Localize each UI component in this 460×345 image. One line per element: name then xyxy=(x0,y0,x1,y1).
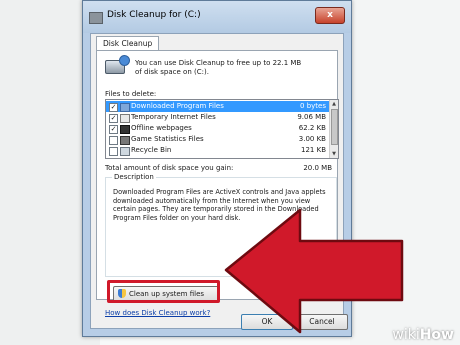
red-arrow-annotation xyxy=(224,208,404,334)
wikihow-watermark: wikiHow xyxy=(392,327,454,343)
watermark-post: How xyxy=(419,327,454,343)
arrow-icon xyxy=(224,208,404,334)
watermark-pre: wiki xyxy=(392,327,420,343)
